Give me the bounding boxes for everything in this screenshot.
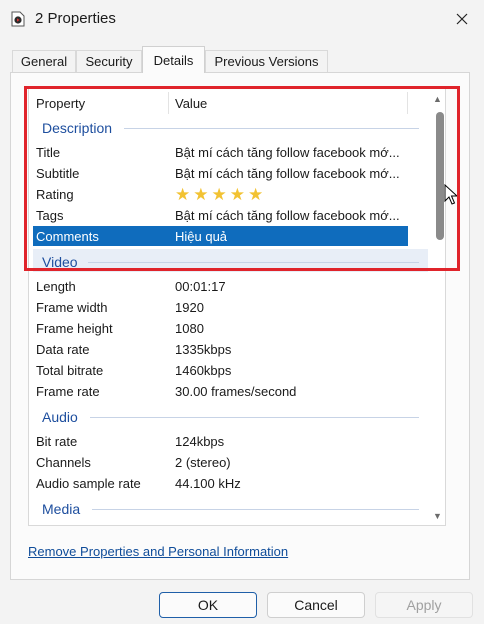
list-item[interactable]: Channels 2 (stereo): [33, 452, 408, 472]
property-value: 2 (stereo): [175, 455, 231, 470]
tab-label: General: [20, 54, 68, 69]
property-value: 1335kbps: [175, 342, 232, 357]
group-divider: [90, 417, 419, 418]
close-icon: [456, 13, 468, 25]
cancel-button[interactable]: Cancel: [267, 592, 365, 618]
property-value: 124kbps: [175, 434, 225, 449]
property-name: Bit rate: [36, 434, 78, 449]
property-value: 30.00 frames/second: [175, 384, 297, 399]
group-audio[interactable]: Audio: [42, 409, 78, 425]
tab-label: Previous Versions: [214, 54, 319, 69]
property-name: Audio sample rate: [36, 476, 141, 491]
tab-previous-versions[interactable]: Previous Versions: [205, 50, 328, 72]
list-item[interactable]: Frame rate 30.00 frames/second: [33, 381, 408, 401]
ok-button-label: OK: [197, 597, 219, 613]
remove-properties-link[interactable]: Remove Properties and Personal Informati…: [28, 544, 288, 559]
list-item[interactable]: Frame height 1080: [33, 318, 408, 338]
property-value: 44.100 kHz: [175, 476, 241, 491]
apply-button[interactable]: Apply: [375, 592, 473, 618]
list-item[interactable]: Bit rate 124kbps: [33, 431, 408, 451]
tab-label: Details: [153, 52, 194, 68]
property-name: Channels: [36, 455, 91, 470]
list-item[interactable]: Data rate 1335kbps: [33, 339, 408, 359]
cancel-button-label: Cancel: [294, 597, 338, 613]
property-value: 1460kbps: [175, 363, 232, 378]
ok-button[interactable]: OK: [159, 592, 257, 618]
property-name: Frame height: [36, 321, 113, 336]
property-name: Data rate: [36, 342, 90, 357]
property-name: Frame rate: [36, 384, 100, 399]
property-value: 1080: [175, 321, 204, 336]
tab-security[interactable]: Security: [76, 50, 142, 72]
close-button[interactable]: [440, 0, 484, 38]
tab-details[interactable]: Details: [142, 46, 205, 73]
list-item[interactable]: Total bitrate 1460kbps: [33, 360, 408, 380]
tab-label: Security: [85, 54, 133, 69]
title-bar: 2 Properties: [0, 0, 484, 38]
property-value: 00:01:17: [175, 279, 226, 294]
property-name: Length: [36, 279, 76, 294]
scroll-down-icon[interactable]: ▼: [433, 511, 442, 521]
list-item[interactable]: Frame width 1920: [33, 297, 408, 317]
property-name: Total bitrate: [36, 363, 104, 378]
apply-button-label: Apply: [406, 597, 442, 613]
tab-general[interactable]: General: [12, 50, 76, 72]
list-item[interactable]: Length 00:01:17: [33, 276, 408, 296]
list-item[interactable]: Audio sample rate 44.100 kHz: [33, 473, 408, 493]
property-name: Frame width: [36, 300, 108, 315]
group-media[interactable]: Media: [42, 501, 80, 517]
highlight-box: [24, 86, 460, 271]
property-value: 1920: [175, 300, 204, 315]
group-divider: [92, 509, 419, 510]
media-file-icon: [11, 11, 25, 27]
window-title: 2 Properties: [35, 10, 116, 27]
